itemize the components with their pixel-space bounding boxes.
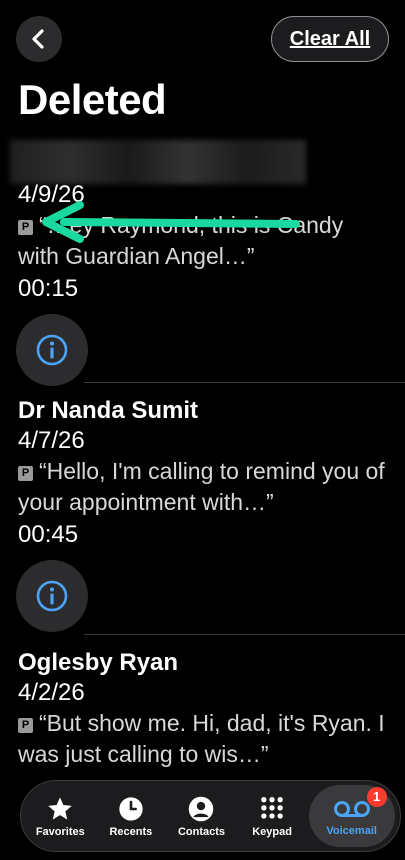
tab-keypad[interactable]: Keypad — [238, 785, 306, 847]
person-icon — [189, 796, 214, 821]
voicemail-caller: Oglesby Ryan — [18, 649, 179, 676]
voicemail-date: 4/7/26 — [18, 427, 85, 454]
voicemail-duration: 00:45 — [18, 521, 79, 548]
info-button[interactable] — [16, 560, 88, 632]
tab-label: Favorites — [35, 825, 85, 838]
tab-recents[interactable]: Recents — [97, 785, 165, 847]
voicemail-item[interactable]: Oglesby Ryan 4/2/26 P “But show me. Hi, d… — [18, 648, 389, 770]
clock-icon — [119, 796, 143, 821]
tab-bar: Favorites Recents Contacts Keypad Voicem… — [20, 780, 401, 852]
transcript-badge-icon: P — [18, 718, 33, 733]
tab-favorites[interactable]: Favorites — [26, 785, 94, 847]
voicemail-transcript: P “But show me. Hi, dad, it's Ryan. I was… — [18, 710, 385, 767]
tab-label: Voicemail — [326, 824, 377, 837]
divider — [84, 634, 405, 635]
voicemail-caller: Dr Nanda Sumit — [18, 397, 199, 424]
voicemail-icon — [333, 800, 370, 817]
star-icon — [48, 796, 72, 819]
voicemail-transcript: P “Hello, I'm calling to remind you of yo… — [18, 458, 385, 515]
info-icon — [36, 580, 68, 612]
voicemail-date: 4/2/26 — [18, 679, 85, 706]
tab-voicemail[interactable]: Voicemail 1 — [308, 785, 395, 847]
keypad-icon — [261, 796, 283, 819]
notification-badge: 1 — [366, 787, 387, 807]
tab-label: Recents — [109, 825, 153, 838]
voicemail-item[interactable]: Dr Nanda Sumit 4/7/26 P “Hello, I'm calli… — [16, 396, 389, 632]
tab-label: Contacts — [177, 825, 226, 838]
divider — [84, 382, 405, 383]
tab-label: Keypad — [252, 825, 292, 838]
transcript-badge-icon: P — [18, 466, 33, 481]
tab-contacts[interactable]: Contacts — [167, 785, 235, 847]
